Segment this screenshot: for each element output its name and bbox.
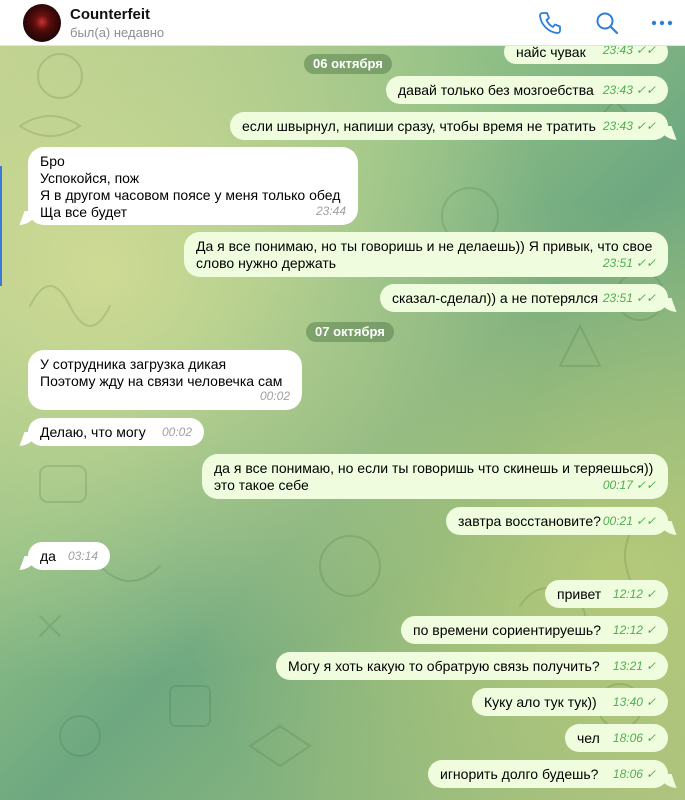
message-outgoing[interactable]: привет 12:12 ✓ <box>545 580 668 608</box>
message-text: У сотрудника загрузка дикая Поэтому жду … <box>40 356 283 389</box>
message-outgoing[interactable]: Куку ало тук тук)) 13:40 ✓ <box>472 688 668 716</box>
message-incoming[interactable]: Бро Успокойся, пож Я в другом часовом по… <box>28 147 358 225</box>
search-icon[interactable] <box>594 10 620 36</box>
message-time: 23:51 <box>602 256 633 270</box>
double-check-icon: ✓✓ <box>635 478 656 492</box>
double-check-icon: ✓✓ <box>635 291 656 305</box>
message-text: Делаю, что могу <box>40 424 146 440</box>
message-outgoing[interactable]: сказал-сделал)) а не потерялся 23:51 ✓✓ <box>380 284 668 312</box>
message-time: 00:21 <box>602 514 633 528</box>
message-outgoing[interactable]: если швырнул, напиши сразу, чтобы время … <box>230 112 668 140</box>
message-outgoing[interactable]: давай только без мозгоебства 23:43 ✓✓ <box>386 76 668 104</box>
chat-status: был(а) недавно <box>70 25 165 40</box>
message-time: 13:21 <box>612 659 643 673</box>
message-time: 18:06 <box>612 767 643 781</box>
message-time: 23:43 <box>602 119 633 133</box>
message-outgoing[interactable]: игнорить долго будешь? 18:06 ✓ <box>428 760 668 788</box>
message-outgoing[interactable]: Да я все понимаю, но ты говоришь и не де… <box>184 232 668 277</box>
single-check-icon: ✓ <box>645 695 656 709</box>
message-outgoing[interactable]: да я все понимаю, но если ты говоришь чт… <box>202 454 668 499</box>
phone-icon[interactable] <box>537 10 563 36</box>
single-check-icon: ✓ <box>645 659 656 673</box>
message-text: если швырнул, напиши сразу, чтобы время … <box>242 118 596 134</box>
double-check-icon: ✓✓ <box>635 119 656 133</box>
message-time: 03:14 <box>67 549 98 563</box>
message-incoming[interactable]: У сотрудника загрузка дикая Поэтому жду … <box>28 350 302 410</box>
message-outgoing[interactable]: завтра восстановите? 00:21 ✓✓ <box>446 507 668 535</box>
selection-edge <box>0 166 2 286</box>
more-icon[interactable] <box>649 10 675 36</box>
message-text: Могу я хоть какую то обратрую связь полу… <box>288 658 600 674</box>
double-check-icon: ✓✓ <box>635 46 656 57</box>
message-text: Да я все понимаю, но ты говоришь и не де… <box>196 238 653 271</box>
chat-title[interactable]: Counterfeit <box>70 6 150 23</box>
chat-header: Counterfeit был(а) недавно <box>0 0 685 46</box>
single-check-icon: ✓ <box>645 767 656 781</box>
double-check-icon: ✓✓ <box>635 256 656 270</box>
message-outgoing[interactable]: чел 18:06 ✓ <box>565 724 668 752</box>
single-check-icon: ✓ <box>645 587 656 601</box>
message-outgoing[interactable]: по времени сориентируешь? 12:12 ✓ <box>401 616 668 644</box>
message-time: 12:12 <box>612 623 643 637</box>
message-incoming[interactable]: Делаю, что могу 00:02 <box>28 418 204 446</box>
message-text: да я все понимаю, но если ты говоришь чт… <box>214 460 654 493</box>
message-time: 00:17 <box>602 478 633 492</box>
date-separator: 06 октября <box>304 54 392 74</box>
message-incoming[interactable]: да 03:14 <box>28 542 110 570</box>
message-text: Бро Успокойся, пож Я в другом часовом по… <box>40 153 341 220</box>
avatar[interactable] <box>23 4 61 42</box>
message-time: 00:02 <box>161 425 192 439</box>
message-outgoing[interactable]: Могу я хоть какую то обратрую связь полу… <box>276 652 668 680</box>
chat-area[interactable]: 06 октября 07 октября найс чувак 23:43 ✓✓… <box>0 46 685 800</box>
message-time: 23:43 <box>602 83 633 97</box>
message-time: 12:12 <box>612 587 643 601</box>
message-time: 23:43 <box>602 46 633 57</box>
single-check-icon: ✓ <box>645 731 656 745</box>
message-time: 18:06 <box>612 731 643 745</box>
single-check-icon: ✓ <box>645 623 656 637</box>
message-time: 00:02 <box>259 389 290 403</box>
message-outgoing[interactable]: найс чувак 23:43 ✓✓ <box>504 46 668 64</box>
message-time: 23:51 <box>602 291 633 305</box>
double-check-icon: ✓✓ <box>635 83 656 97</box>
message-time: 23:44 <box>315 204 346 218</box>
double-check-icon: ✓✓ <box>635 514 656 528</box>
message-time: 13:40 <box>612 695 643 709</box>
date-separator: 07 октября <box>306 322 394 342</box>
